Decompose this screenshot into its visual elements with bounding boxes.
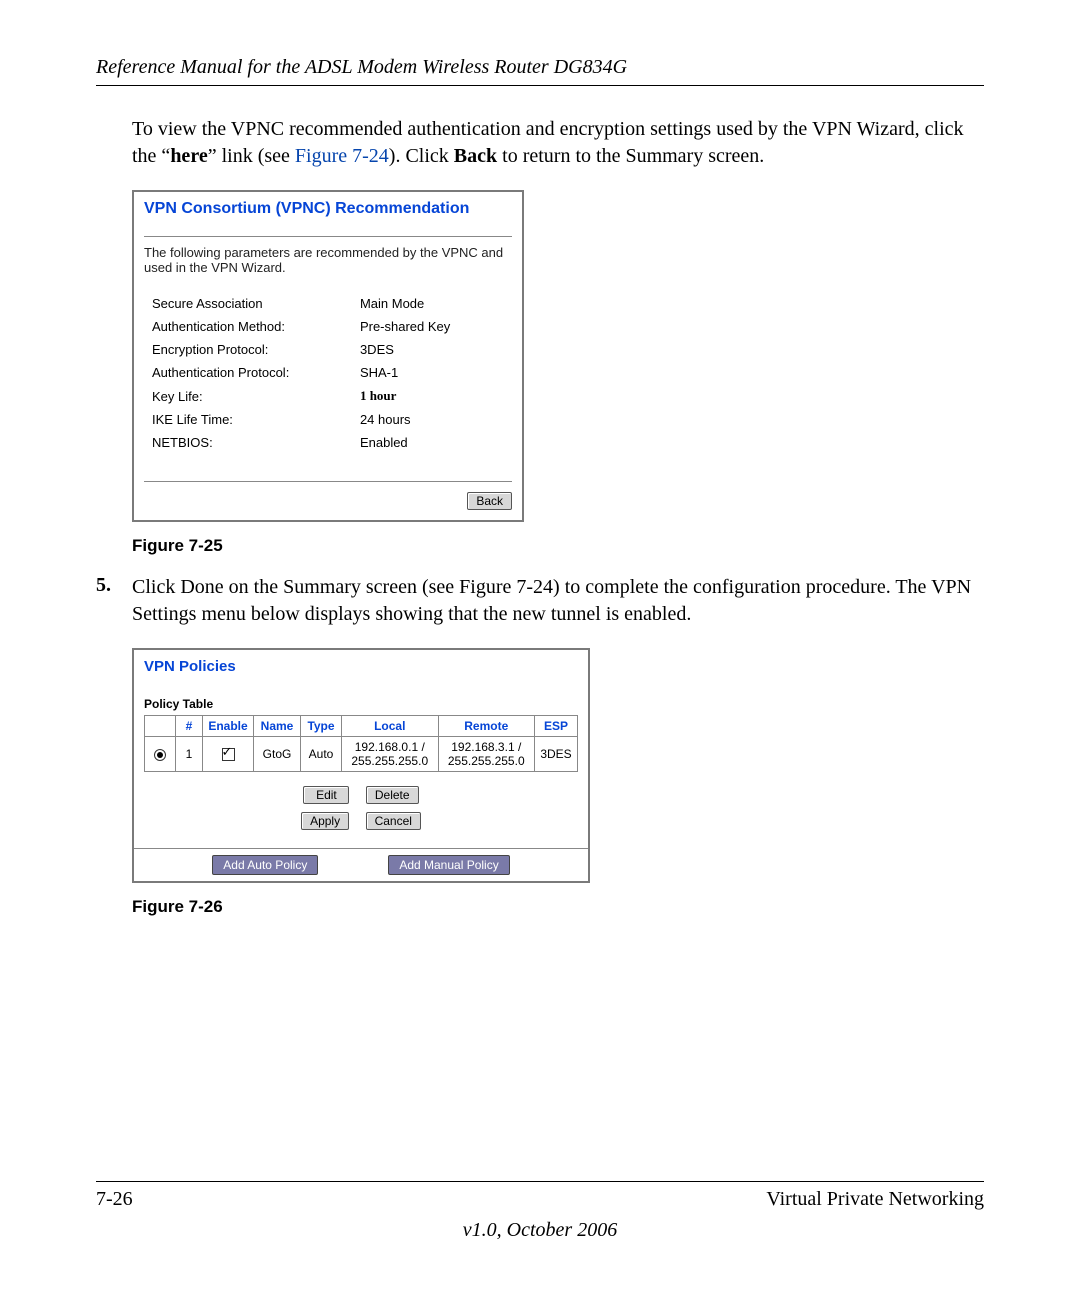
cell-name: GtoG xyxy=(254,737,301,772)
param-value: Main Mode xyxy=(358,293,510,314)
version-date: v1.0, October 2006 xyxy=(96,1219,984,1242)
step-number: 5. xyxy=(96,574,132,628)
vpnc-bottom-rule xyxy=(144,481,512,482)
vpnc-title: VPN Consortium (VPNC) Recommendation xyxy=(144,200,512,218)
vpnc-rule xyxy=(144,236,512,237)
col-name: Name xyxy=(254,716,301,737)
enable-checkbox[interactable] xyxy=(222,748,235,761)
intro-text-post2: to return to the Summary screen. xyxy=(497,145,764,167)
vpn-policies-panel: VPN Policies Policy Table # Enable Name … xyxy=(132,648,590,883)
intro-text-mid: ” link (see xyxy=(208,145,295,167)
done-bold: Done xyxy=(180,576,223,598)
param-label: Secure Association xyxy=(146,293,356,314)
apply-button[interactable]: Apply xyxy=(301,812,349,830)
back-bold: Back xyxy=(454,145,497,167)
add-auto-policy-button[interactable]: Add Auto Policy xyxy=(212,855,318,875)
col-num: # xyxy=(176,716,203,737)
cell-type: Auto xyxy=(301,737,342,772)
param-value: 24 hours xyxy=(358,409,510,430)
cell-num: 1 xyxy=(176,737,203,772)
figure-7-25-caption: Figure 7-25 xyxy=(132,536,984,556)
step5-pre: Click xyxy=(132,576,180,598)
header-rule xyxy=(96,85,984,86)
intro-paragraph: To view the VPNC recommended authenticat… xyxy=(132,116,984,170)
param-label: Authentication Protocol: xyxy=(146,362,356,383)
intro-text-post1: ). Click xyxy=(389,145,454,167)
step5-mid: on the Summary screen (see xyxy=(224,576,459,598)
policy-table-heading: Policy Table xyxy=(144,697,578,711)
footer-rule xyxy=(96,1181,984,1182)
col-enable: Enable xyxy=(203,716,254,737)
cell-remote: 192.168.3.1 / 255.255.255.0 xyxy=(438,737,535,772)
policy-table: # Enable Name Type Local Remote ESP 1 Gt… xyxy=(144,715,578,772)
figure-7-26-caption: Figure 7-26 xyxy=(132,897,984,917)
col-remote: Remote xyxy=(438,716,535,737)
col-type: Type xyxy=(301,716,342,737)
edit-button[interactable]: Edit xyxy=(303,786,349,804)
back-button[interactable]: Back xyxy=(467,492,512,510)
param-label: IKE Life Time: xyxy=(146,409,356,430)
col-esp: ESP xyxy=(535,716,578,737)
param-label: NETBIOS: xyxy=(146,432,356,453)
vpnc-lead: The following parameters are recommended… xyxy=(144,245,512,275)
page-header: Reference Manual for the ADSL Modem Wire… xyxy=(96,56,984,79)
param-value: Pre-shared Key xyxy=(358,316,510,337)
vpnc-panel: VPN Consortium (VPNC) Recommendation The… xyxy=(132,190,524,522)
delete-button[interactable]: Delete xyxy=(366,786,419,804)
page-number: 7-26 xyxy=(96,1188,133,1211)
page-footer: 7-26 Virtual Private Networking v1.0, Oc… xyxy=(96,1181,984,1242)
param-value-bold: 1 hour xyxy=(358,385,510,407)
param-label: Encryption Protocol: xyxy=(146,339,356,360)
param-value: Enabled xyxy=(358,432,510,453)
cell-local: 192.168.0.1 / 255.255.255.0 xyxy=(342,737,439,772)
figure-7-24-link-2[interactable]: Figure 7-24 xyxy=(459,576,553,598)
param-value: 3DES xyxy=(358,339,510,360)
col-local: Local xyxy=(342,716,439,737)
step-5: 5. Click Done on the Summary screen (see… xyxy=(96,574,984,628)
row-radio[interactable] xyxy=(154,749,166,761)
cell-esp: 3DES xyxy=(535,737,578,772)
param-label: Key Life: xyxy=(146,385,356,407)
col-select xyxy=(145,716,176,737)
vpnc-params: Secure AssociationMain Mode Authenticati… xyxy=(144,291,512,455)
param-value: SHA-1 xyxy=(358,362,510,383)
param-label: Authentication Method: xyxy=(146,316,356,337)
vpn-policies-title: VPN Policies xyxy=(144,658,578,675)
table-row: 1 GtoG Auto 192.168.0.1 / 255.255.255.0 … xyxy=(145,737,578,772)
figure-7-24-link[interactable]: Figure 7-24 xyxy=(295,145,389,167)
section-name: Virtual Private Networking xyxy=(766,1188,984,1211)
here-link-text: here xyxy=(170,145,207,167)
add-manual-policy-button[interactable]: Add Manual Policy xyxy=(388,855,509,875)
cancel-button[interactable]: Cancel xyxy=(366,812,421,830)
